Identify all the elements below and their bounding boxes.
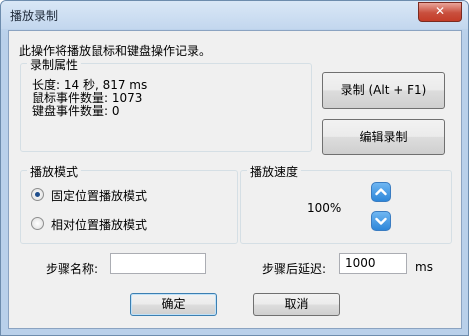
playback-speed-value: 100% <box>307 201 342 215</box>
step-name-input[interactable] <box>110 253 206 274</box>
speed-down-button[interactable] <box>371 211 391 231</box>
cancel-button[interactable]: 取消 <box>253 293 340 316</box>
close-button[interactable]: ✕ <box>418 2 462 22</box>
chevron-down-icon <box>375 217 387 225</box>
fixed-position-radio[interactable] <box>31 188 44 201</box>
relative-position-label[interactable]: 相对位置播放模式 <box>51 216 147 233</box>
ok-button[interactable]: 确定 <box>130 293 217 316</box>
fixed-position-label[interactable]: 固定位置播放模式 <box>51 187 147 204</box>
radio-selected-dot <box>35 192 40 197</box>
dialog-window: 播放录制 ✕ 此操作将播放鼠标和键盘操作记录。 录制属性 长度: 14 秒, 8… <box>0 0 469 336</box>
step-delay-input[interactable]: 1000 <box>339 253 407 274</box>
playback-speed-label: 播放速度 <box>247 163 302 180</box>
speed-up-button[interactable] <box>371 182 391 202</box>
edit-recording-button[interactable]: 编辑录制 <box>322 119 445 155</box>
keyboard-events-text: 键盘事件数量: 0 <box>32 104 120 118</box>
chevron-up-icon <box>375 188 387 196</box>
step-name-label: 步骤名称: <box>46 262 99 276</box>
window-title: 播放录制 <box>10 9 59 23</box>
record-button[interactable]: 录制 (Alt + F1) <box>322 72 445 109</box>
playback-speed-group: 播放速度 100% <box>240 163 452 244</box>
recording-properties-label: 录制属性 <box>27 56 82 73</box>
title-bar[interactable]: 播放录制 ✕ <box>1 1 468 29</box>
step-delay-unit: ms <box>415 260 433 274</box>
dialog-body: 此操作将播放鼠标和键盘操作记录。 录制属性 长度: 14 秒, 817 ms 鼠… <box>8 30 462 329</box>
recording-properties-group: 录制属性 长度: 14 秒, 817 ms 鼠标事件数量: 1073 键盘事件数… <box>20 56 312 152</box>
playback-mode-label: 播放模式 <box>27 163 82 180</box>
playback-mode-group: 播放模式 固定位置播放模式 相对位置播放模式 <box>20 163 238 244</box>
step-delay-label: 步骤后延迟: <box>262 262 327 276</box>
relative-position-radio[interactable] <box>31 217 44 230</box>
close-icon: ✕ <box>434 4 446 18</box>
